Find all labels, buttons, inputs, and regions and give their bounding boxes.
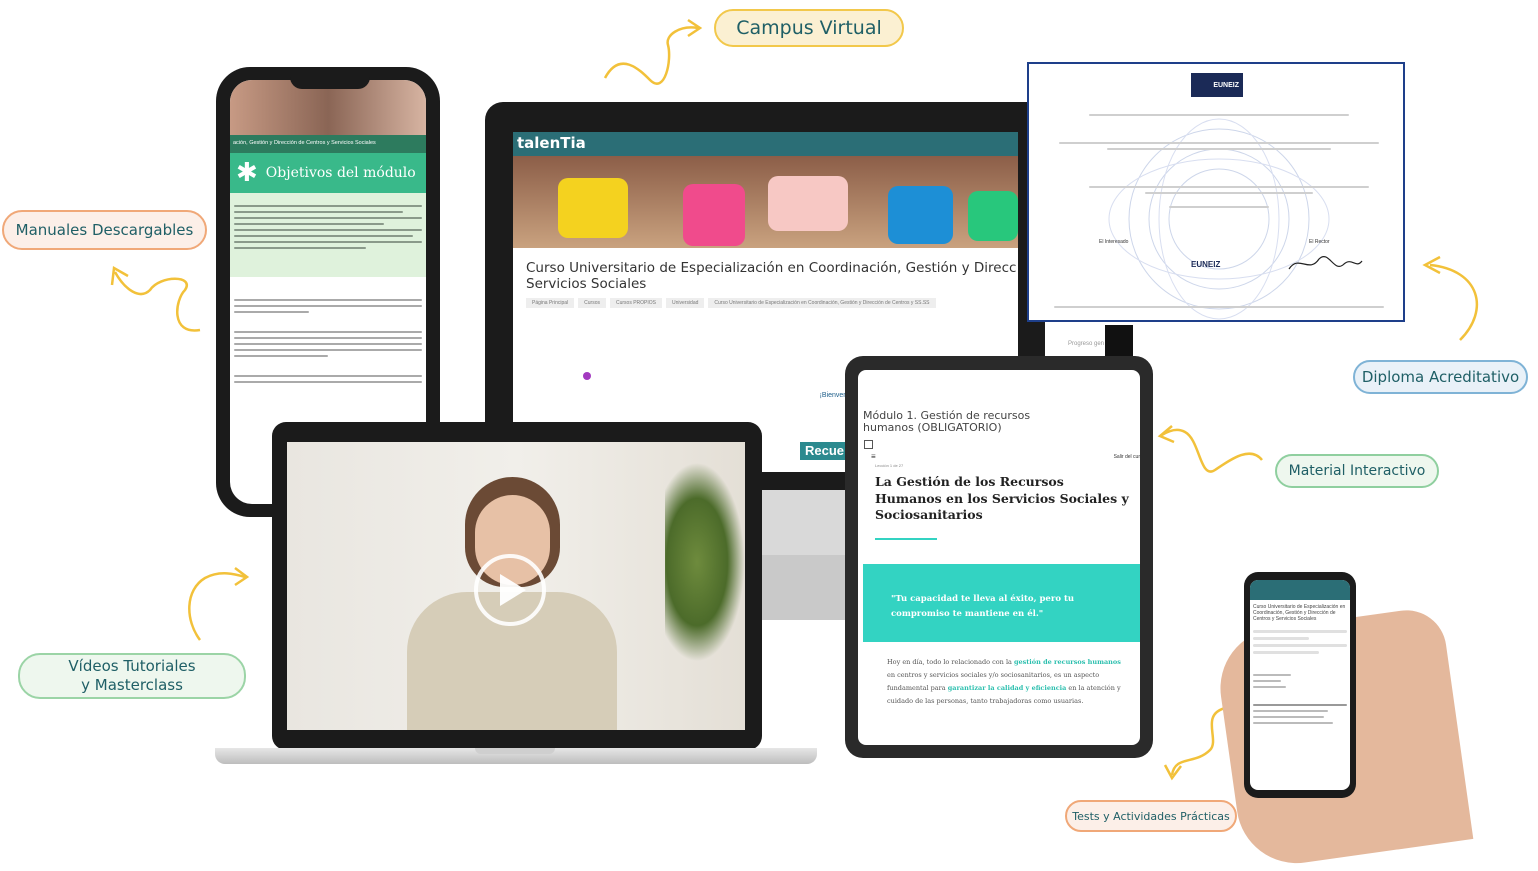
tablet-module-title: Módulo 1. Gestión de recursos humanos (O… (863, 409, 1031, 434)
exit-course-link[interactable]: Salir del cur (1114, 454, 1140, 460)
heading-underline (875, 538, 937, 540)
laptop-notch (475, 748, 555, 754)
rector-label: El Rector (1309, 239, 1330, 245)
breadcrumb: Página Principal Cursos Cursos PROPIOS U… (526, 298, 1005, 308)
play-button[interactable] (474, 554, 546, 626)
tests-arrow (1170, 706, 1226, 776)
manuales-arrow (113, 271, 201, 332)
breadcrumb-item[interactable]: Cursos (578, 298, 606, 308)
avatar (583, 372, 591, 380)
videos-text-2: y Masterclass (81, 676, 183, 694)
tests-text: Tests y Actividades Prácticas (1072, 809, 1230, 823)
puzzle-banner-image (513, 156, 1018, 248)
hamburger-icon[interactable]: ≡ (871, 452, 876, 461)
objectives-list (230, 193, 426, 277)
monitor-brand-bar: talenTia (513, 132, 1018, 156)
diploma-frame: EUNEIZ El Interesado El Rector EUNEIZ (1027, 62, 1405, 322)
laptop-video-screen[interactable] (287, 442, 745, 730)
plant (665, 462, 745, 662)
quote-block: "Tu capacidad te lleva al éxito, pero tu… (863, 564, 1140, 642)
breadcrumb-item[interactable]: Universidad (666, 298, 705, 308)
breadcrumb-item[interactable]: Página Principal (526, 298, 575, 308)
diploma-text: Diploma Acreditativo (1361, 368, 1520, 386)
lesson-heading: La Gestión de los Recursos Humanos en lo… (875, 474, 1129, 522)
campus-arrow (603, 26, 699, 85)
diploma-arrow (1429, 263, 1478, 341)
objectives-header: ✱ Objetivos del módulo (230, 153, 426, 193)
diploma-label: Diploma Acreditativo (1353, 360, 1528, 394)
campus-virtual-label: Campus Virtual (714, 9, 904, 47)
breadcrumb-item[interactable]: Cursos PROPIOS (609, 298, 662, 308)
phone-notch (290, 73, 370, 89)
euneiz-seal: EUNEIZ (1191, 260, 1221, 269)
diploma-stand (1105, 325, 1133, 357)
asterisk-icon: ✱ (236, 158, 258, 188)
videos-text-1: Vídeos Tutoriales (68, 657, 196, 675)
body-link-2[interactable]: garantizar la calidad y eficiencia (948, 684, 1067, 692)
tablet-checkbox[interactable] (864, 440, 873, 449)
progress-label: Progreso gen (1068, 341, 1105, 347)
phone-right-screen: Curso Universitario de Especialización e… (1250, 580, 1350, 790)
talentia-logo: talenTia (517, 134, 586, 152)
euneiz-logo: EUNEIZ (1191, 73, 1243, 97)
material-label: Material Interactivo (1275, 454, 1439, 488)
tests-label: Tests y Actividades Prácticas (1065, 800, 1237, 832)
recue-button[interactable]: Recue (800, 442, 850, 460)
objectives-title: Objetivos del módulo (265, 165, 416, 181)
small-phone-title: Curso Universitario de Especialización e… (1253, 604, 1346, 622)
tablet-screen: Módulo 1. Gestión de recursos humanos (O… (858, 370, 1140, 745)
material-arrow (1161, 428, 1263, 473)
campus-virtual-text: Campus Virtual (736, 17, 882, 39)
course-title: Curso Universitario de Especialización e… (526, 260, 1017, 292)
manuales-text: Manuales Descargables (15, 221, 194, 239)
play-icon (500, 574, 526, 606)
manuales-label: Manuales Descargables (2, 210, 207, 250)
lesson-body: Hoy en día, todo lo relacionado con la g… (887, 658, 1121, 705)
body-link[interactable]: gestión de recursos humanos (1014, 658, 1121, 666)
material-text: Material Interactivo (1288, 463, 1426, 479)
interesado-label: El Interesado (1099, 239, 1129, 245)
lesson-counter: Lección 1 de 27 (875, 463, 904, 468)
rector-signature (1288, 256, 1363, 270)
videos-label: Vídeos Tutoriales y Masterclass (18, 653, 246, 699)
monitor-stand-base (760, 555, 850, 620)
phone-module-banner: ación, Gestión y Dirección de Centros y … (230, 135, 426, 153)
breadcrumb-item[interactable]: Curso Universitario de Especialización e… (708, 298, 936, 308)
